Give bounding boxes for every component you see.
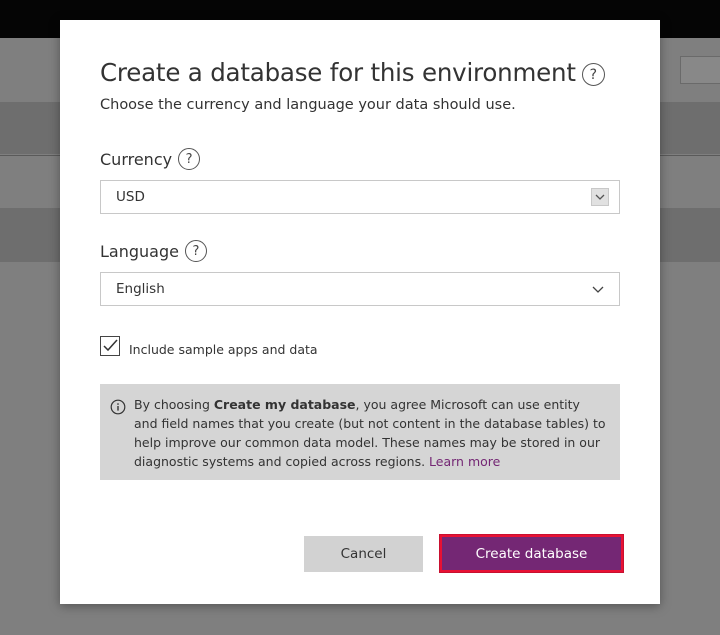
learn-more-link[interactable]: Learn more (429, 454, 500, 469)
chevron-down-icon[interactable] (591, 188, 609, 206)
info-text-bold: Create my database (213, 397, 356, 412)
question-circle-icon[interactable]: ? (581, 63, 605, 86)
sample-data-checkbox[interactable] (100, 335, 120, 356)
info-circle-icon (110, 399, 126, 415)
cancel-button[interactable]: Cancel (304, 536, 423, 572)
sample-data-label: Include sample apps and data (129, 342, 318, 357)
create-database-button[interactable]: Create database (439, 534, 624, 573)
language-label-row: Language ? (100, 240, 207, 262)
chevron-down-icon[interactable] (591, 282, 605, 296)
currency-value: USD (116, 189, 145, 205)
language-select[interactable]: English (100, 272, 620, 306)
info-notice: By choosing Create my database, you agre… (100, 384, 620, 480)
currency-label: Currency (100, 149, 173, 169)
language-value: English (116, 281, 165, 297)
dialog-subtitle: Choose the currency and language your da… (100, 97, 516, 113)
sample-data-row: Include sample apps and data (100, 334, 318, 357)
background-field (680, 56, 720, 84)
question-circle-icon[interactable]: ? (184, 240, 207, 262)
question-circle-icon[interactable]: ? (178, 148, 201, 170)
dialog-title-row: Create a database for this environment ? (100, 58, 605, 87)
info-text-start: By choosing (134, 397, 214, 412)
dialog-title: Create a database for this environment (100, 58, 576, 87)
checkmark-icon (102, 339, 118, 352)
currency-select[interactable]: USD (100, 180, 620, 214)
currency-label-row: Currency ? (100, 148, 201, 170)
language-label: Language (100, 241, 179, 261)
create-database-dialog: Create a database for this environment ?… (60, 20, 660, 604)
